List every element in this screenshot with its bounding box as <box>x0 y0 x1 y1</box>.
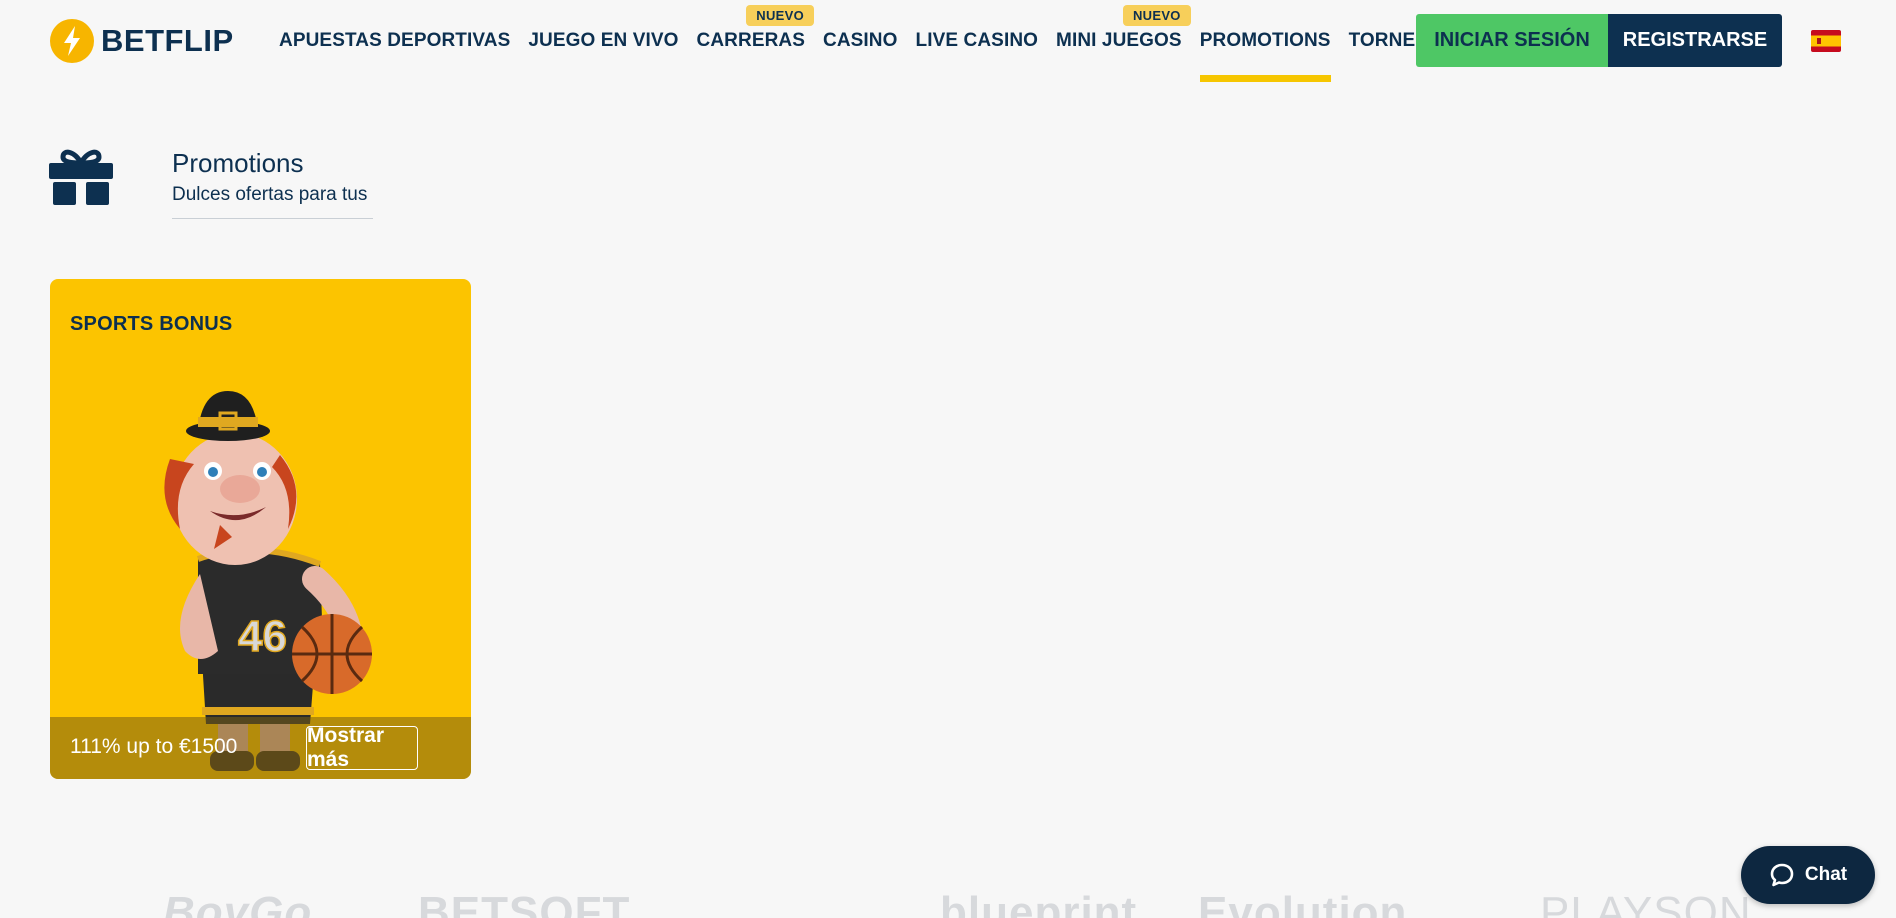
logo-text: BETFLIP <box>101 23 234 58</box>
spain-flag-icon[interactable] <box>1811 30 1841 52</box>
nav-label: CARRERAS <box>696 30 806 51</box>
nav-item-live-casino[interactable]: LIVE CASINO <box>907 0 1048 82</box>
nav-item-carreras[interactable]: NUEVO CARRERAS <box>688 0 815 82</box>
nav-label: CASINO <box>823 30 898 51</box>
jersey-number: 46 <box>238 612 287 661</box>
title-divider <box>172 218 373 219</box>
provider-logo: blueprint <box>940 888 1138 918</box>
provider-logo: BoyGo <box>163 888 313 918</box>
promo-card-footer: 111% up to €1500 Mostrar más <box>50 717 471 779</box>
new-badge: NUEVO <box>1122 5 1191 26</box>
page-title: Promotions <box>172 148 304 178</box>
new-badge: NUEVO <box>746 5 815 26</box>
nav-item-juego-en-vivo[interactable]: JUEGO EN VIVO <box>519 0 687 82</box>
nav-item-promotions[interactable]: PROMOTIONS <box>1191 0 1340 82</box>
nav-label: JUEGO EN VIVO <box>528 30 679 51</box>
promo-card-sports-bonus[interactable]: SPORTS BONUS 46 111% up to €1500 Mostrar… <box>50 279 471 779</box>
nav-label: LIVE CASINO <box>915 30 1039 51</box>
provider-logo: PLAYSON <box>1540 888 1752 918</box>
providers-strip: BoyGo BETSOFT blueprint Evolution PLAYSO… <box>0 888 1896 918</box>
nav-label: MINI JUEGOS <box>1056 30 1182 51</box>
register-button[interactable]: REGISTRARSE <box>1608 14 1782 67</box>
promo-card-title: SPORTS BONUS <box>70 313 233 335</box>
nav-label: PROMOTIONS <box>1199 30 1331 51</box>
nav-item-mini-juegos[interactable]: NUEVO MINI JUEGOS <box>1047 0 1191 82</box>
top-header: BETFLIP APUESTAS DEPORTIVAS JUEGO EN VIV… <box>0 0 1896 82</box>
chat-label: Chat <box>1804 864 1848 885</box>
chat-button[interactable]: Chat <box>1741 846 1875 904</box>
gift-icon <box>49 149 113 205</box>
chat-bubble-icon <box>1770 863 1794 887</box>
nav-label: APUESTAS DEPORTIVAS <box>279 30 511 51</box>
page-subtitle: Dulces ofertas para tus <box>172 184 368 205</box>
nav-item-apuestas-deportivas[interactable]: APUESTAS DEPORTIVAS <box>270 0 519 82</box>
provider-logo: BETSOFT <box>418 888 631 918</box>
betflip-logo[interactable]: BETFLIP <box>49 18 234 64</box>
main-nav: APUESTAS DEPORTIVAS JUEGO EN VIVO NUEVO … <box>270 0 1452 82</box>
provider-logo: Evolution <box>1198 888 1408 918</box>
promo-offer-text: 111% up to €1500 <box>70 735 238 758</box>
show-more-button[interactable]: Mostrar más <box>306 724 418 771</box>
nav-item-casino[interactable]: CASINO <box>814 0 907 82</box>
lightning-logo-icon <box>50 19 94 63</box>
login-button[interactable]: INICIAR SESIÓN <box>1416 14 1608 67</box>
